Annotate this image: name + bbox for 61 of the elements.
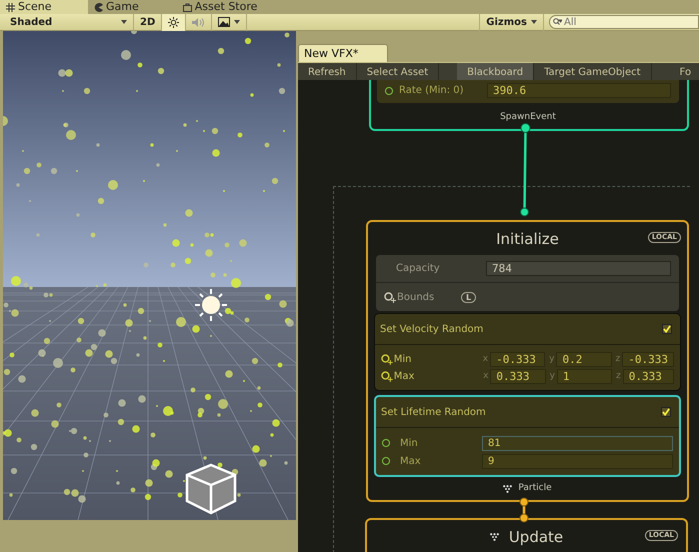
axis-label: z [616, 370, 621, 383]
image-icon [218, 17, 230, 27]
axis-label: x [482, 352, 488, 366]
port-icon[interactable] [382, 457, 390, 465]
expand-port-icon[interactable] [384, 292, 397, 302]
caret-icon [121, 20, 127, 24]
rate-field[interactable]: 390.6 [487, 83, 671, 98]
field-label: Rate (Min: 0) [399, 84, 465, 98]
flow-connector [518, 496, 530, 522]
vector-field[interactable]: 0.333 [622, 369, 674, 384]
flow-output-label: SpawnEvent [499, 111, 557, 124]
enable-checkbox[interactable] [661, 407, 671, 417]
vector-field[interactable]: -0.333 [622, 352, 674, 367]
grid-icon [6, 2, 15, 12]
space-toggle[interactable]: L [461, 292, 476, 302]
flow-output-label: Particle [518, 482, 552, 495]
search-field[interactable]: All [549, 15, 699, 29]
capacity-field[interactable]: 784 [486, 261, 671, 276]
toolbar-button[interactable]: Blackboard [457, 63, 534, 81]
expand-port-icon[interactable] [381, 371, 394, 382]
value-field[interactable]: 9 [482, 454, 673, 468]
vector-field[interactable]: 0.2 [556, 352, 612, 367]
particle-icon [490, 532, 499, 541]
editor-tab[interactable]: Game [88, 0, 147, 14]
window-tab[interactable]: New VFX* [298, 44, 388, 62]
lighting-toggle[interactable] [162, 14, 186, 30]
field-label: Max [400, 454, 422, 468]
caret-icon [531, 20, 537, 24]
port-icon[interactable] [382, 439, 390, 447]
vector-field[interactable]: 1 [556, 369, 612, 384]
field-label: Min [394, 353, 412, 367]
axis-label: y [549, 352, 554, 366]
block-panel[interactable]: Set Velocity Random Min x -0.333 y 0.2 z -0.333 Max x 0.333 y 1 z 0.333 [374, 313, 681, 391]
axis-label: y [550, 370, 555, 383]
pacman-icon [94, 2, 103, 12]
bag-icon [182, 2, 192, 12]
context-title: Initialize [496, 230, 559, 248]
particle-icon [503, 484, 512, 493]
sun-icon [168, 16, 180, 28]
port-icon[interactable] [385, 86, 393, 94]
field-label: Max [394, 370, 416, 384]
axis-label: x [483, 370, 488, 383]
editor-tab[interactable]: Scene [0, 0, 88, 14]
axis-label: z [616, 352, 620, 366]
vector-field[interactable]: -0.333 [490, 352, 546, 367]
expand-port-icon[interactable] [381, 354, 394, 365]
field-label: Bounds [397, 290, 436, 304]
block-title: Set Velocity Random [380, 322, 484, 336]
gizmos-dropdown[interactable]: Gizmos [479, 14, 544, 30]
block-panel[interactable]: Set Lifetime Random Min 81 Max 9 [374, 395, 681, 477]
value-field[interactable]: 81 [482, 436, 673, 450]
vector-field[interactable]: 0.333 [490, 369, 546, 384]
context-title: Update [508, 526, 564, 548]
enable-checkbox[interactable] [662, 324, 672, 334]
search-icon [553, 18, 562, 26]
editor-tab[interactable]: Asset Store [176, 0, 266, 14]
caret-icon [234, 20, 240, 24]
field-label: Capacity [395, 262, 441, 276]
field-label: Min [400, 436, 419, 450]
speaker-icon [192, 16, 206, 28]
block-title: Set Lifetime Random [381, 406, 486, 420]
